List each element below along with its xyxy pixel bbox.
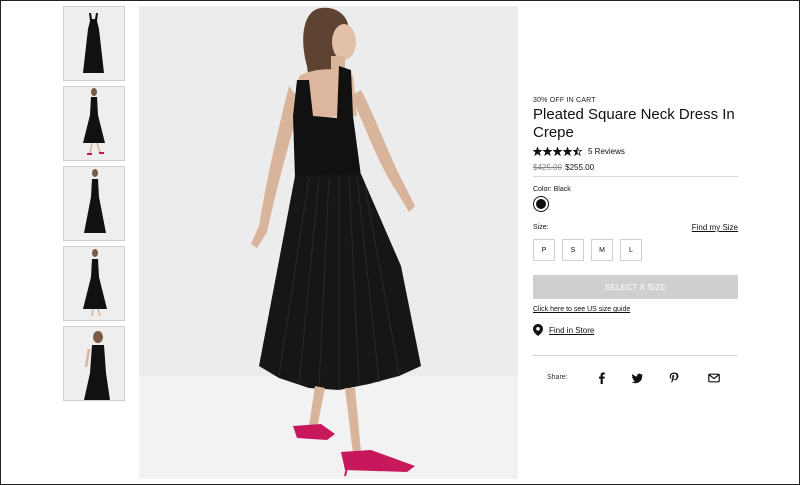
location-pin-icon — [533, 324, 543, 336]
share-bar: Share: — [533, 371, 738, 385]
size-option-s[interactable]: S — [562, 239, 584, 261]
sale-price: $255.00 — [565, 163, 595, 172]
color-label: Color: Black — [533, 186, 571, 193]
reviews-link[interactable]: 5 Reviews — [588, 147, 625, 156]
star-icon — [573, 146, 582, 156]
star-icon — [533, 146, 542, 156]
star-icon — [543, 146, 552, 156]
star-icon — [553, 146, 562, 156]
star-icon — [563, 146, 572, 156]
size-option-p[interactable]: P — [533, 239, 555, 261]
rating[interactable]: 5 Reviews — [533, 145, 625, 157]
twitter-icon[interactable] — [631, 372, 643, 384]
share-label: Share: — [547, 374, 568, 381]
thumbnail-image — [64, 7, 124, 80]
thumbnail-back[interactable] — [63, 86, 125, 161]
find-my-size-link[interactable]: Find my Size — [692, 223, 738, 232]
size-option-l[interactable]: L — [620, 239, 642, 261]
thumbnail-image — [64, 327, 124, 400]
promo-text: 30% OFF IN CART — [533, 97, 596, 104]
email-icon[interactable] — [708, 372, 720, 384]
color-swatch-black[interactable] — [533, 196, 549, 212]
thumbnail-side[interactable] — [63, 166, 125, 241]
select-size-button[interactable]: SELECT A SIZE — [533, 275, 738, 299]
main-product-image[interactable] — [139, 6, 518, 479]
product-photo — [139, 6, 518, 479]
thumbnail-front[interactable] — [63, 6, 125, 81]
divider — [533, 355, 738, 356]
size-option-m[interactable]: M — [591, 239, 613, 261]
star-rating — [533, 146, 583, 156]
original-price: $425.00 — [533, 163, 562, 172]
size-guide-link[interactable]: Click here to see US size guide — [533, 306, 630, 313]
swatch-fill — [536, 199, 546, 209]
size-options: P S M L — [533, 239, 649, 261]
facebook-icon[interactable] — [596, 372, 608, 384]
price: $425.00 $255.00 — [533, 163, 594, 172]
size-label: Size: — [533, 224, 549, 231]
thumbnail-image — [64, 167, 124, 240]
divider — [533, 176, 738, 177]
product-title: Pleated Square Neck Dress In Crepe — [533, 106, 735, 141]
pinterest-icon[interactable] — [668, 372, 680, 384]
thumbnail-back-full[interactable] — [63, 246, 125, 321]
find-in-store-link[interactable]: Find in Store — [549, 326, 594, 335]
thumbnail-image — [64, 247, 124, 320]
thumbnail-closeup[interactable] — [63, 326, 125, 401]
thumbnail-image — [64, 87, 124, 160]
find-in-store[interactable]: Find in Store — [533, 324, 594, 336]
